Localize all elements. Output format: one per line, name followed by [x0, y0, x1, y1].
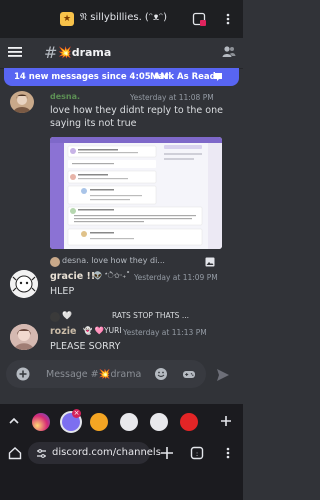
reply-preview-tag: RATS STOP THATS ... [112, 311, 189, 320]
spacer [0, 392, 243, 404]
more-options-icon[interactable] [221, 446, 235, 460]
browser-bottom-bar: discord.com/channels : [0, 438, 243, 500]
image-attachment[interactable] [50, 137, 222, 249]
members-icon[interactable] [222, 44, 236, 58]
emoji-icon[interactable] [154, 367, 168, 381]
message-author[interactable]: rozie [50, 326, 76, 337]
url-text: discord.com/channels [52, 447, 161, 458]
message-author[interactable]: desna. [50, 92, 80, 101]
mark-as-read-button[interactable]: Mark As Read [150, 72, 216, 82]
message-author[interactable]: gracie !! [50, 271, 95, 282]
home-icon[interactable] [8, 446, 22, 460]
browser-top-bar: ★ 𝔑 sillybillies. (ᵔᴥᵔ) [0, 0, 243, 38]
reply-preview[interactable]: 🤍 RATS STOP THATS ... [50, 311, 238, 323]
image-icon [205, 257, 215, 267]
message-text: love how they didnt reply to the one say… [50, 105, 223, 129]
reply-preview-text: desna. love how they di... [62, 256, 165, 265]
svg-text::: : [196, 450, 198, 458]
avatar[interactable] [10, 270, 38, 298]
reply-avatar-icon [50, 257, 60, 267]
send-icon[interactable] [216, 368, 230, 382]
tab-title[interactable]: 𝔑 sillybillies. (ᵔᴥᵔ) [80, 12, 167, 23]
close-tab-icon[interactable]: × [72, 409, 81, 418]
composer-box [6, 360, 206, 388]
avatar[interactable] [10, 91, 34, 113]
message-timestamp: Yesterday at 11:13 PM [123, 328, 207, 337]
new-messages-text: 14 new messages since 4:05 AM [14, 72, 169, 82]
message-text: HLEP [50, 286, 75, 297]
role-badge: 👻 🩷YURI [83, 326, 122, 335]
site-settings-icon[interactable] [36, 448, 47, 459]
new-messages-banner[interactable]: 14 new messages since 4:05 AM Mark As Re… [4, 68, 239, 86]
tab-switch-icon[interactable] [192, 12, 206, 26]
attachment-sidebar [50, 143, 64, 249]
message-text: PLEASE SORRY [50, 341, 121, 352]
open-tabs-strip: × [0, 404, 243, 438]
message-timestamp: Yesterday at 11:08 PM [130, 93, 214, 102]
menu-icon[interactable] [8, 47, 22, 57]
avatar[interactable] [10, 324, 38, 350]
reply-avatar-icon [50, 312, 60, 322]
message-input[interactable] [46, 366, 141, 382]
new-tab-icon[interactable] [220, 415, 232, 427]
channel-name[interactable]: 💥drama [58, 46, 111, 59]
add-attachment-icon[interactable] [16, 367, 30, 381]
address-bar[interactable]: discord.com/channels [28, 442, 161, 464]
role-badge: 👽 *ੈ✩‧₊˚ [93, 271, 131, 280]
tab-icon[interactable] [120, 413, 138, 431]
attachment-content [67, 145, 203, 246]
message-composer [0, 356, 243, 392]
channel-header: # 💥drama [0, 38, 243, 69]
tab-count-icon[interactable]: : [190, 446, 204, 460]
mark-read-icon[interactable] [212, 71, 224, 83]
attachment-right-panel [208, 143, 222, 249]
new-tab-icon[interactable] [160, 446, 174, 460]
hash-icon: # [44, 43, 58, 62]
activities-icon[interactable] [182, 367, 196, 381]
chevron-up-icon[interactable] [8, 415, 20, 427]
tab-icon[interactable] [90, 413, 108, 431]
more-options-icon[interactable] [221, 12, 235, 26]
reply-preview-text: 🤍 [62, 311, 72, 320]
tab-icon[interactable] [180, 413, 198, 431]
message-timestamp: Yesterday at 11:09 PM [134, 273, 218, 282]
instagram-tab-icon[interactable] [32, 413, 50, 431]
reply-preview[interactable]: desna. love how they di... [50, 256, 238, 268]
x-tab-icon[interactable] [150, 413, 168, 431]
tab-favicon-icon: ★ [60, 12, 74, 26]
